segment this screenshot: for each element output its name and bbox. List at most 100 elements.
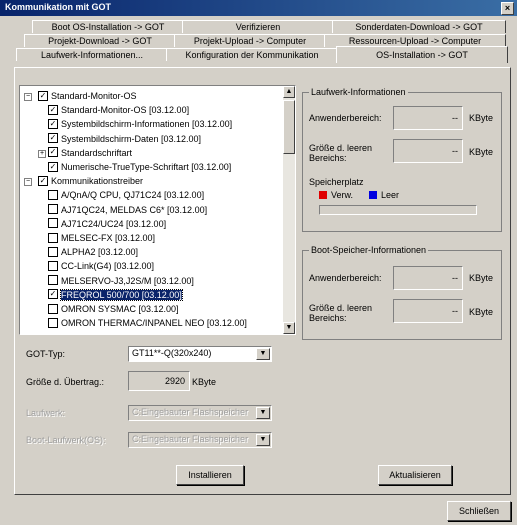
drive-info-title: Laufwerk-Informationen xyxy=(309,87,408,97)
tree-item-label: Systembildschirm-Informationen [03.12.00… xyxy=(61,119,233,130)
boot-info-group: Boot-Speicher-Informationen Anwenderbere… xyxy=(302,245,502,340)
checkbox[interactable]: ✓ xyxy=(48,133,58,144)
tree-item[interactable]: MELSERVO-J3,J2S/M [03.12.00] xyxy=(48,275,194,287)
scroll-up-icon[interactable]: ▲ xyxy=(283,86,295,98)
drive-label: Laufwerk: xyxy=(26,408,66,418)
tab-communication-config[interactable]: Konfiguration der Kommunikation xyxy=(166,48,338,61)
tree-item[interactable]: AJ71C24/UC24 [03.12.00] xyxy=(48,218,166,230)
tree-item[interactable]: − ✓ Standard-Monitor-OS xyxy=(24,90,137,102)
drive-free-area-field: -- xyxy=(393,139,463,163)
checkbox[interactable]: ✓ xyxy=(48,104,58,115)
checkbox[interactable]: ✓ xyxy=(48,289,58,300)
storage-label: Speicherplatz xyxy=(309,177,364,187)
tree-item[interactable]: ✓ Systembildschirm-Daten [03.12.00] xyxy=(48,133,201,145)
tree-item-label: Kommunikationstreiber xyxy=(51,176,144,187)
transfer-size-unit: KByte xyxy=(192,377,217,387)
install-button[interactable]: Installieren xyxy=(176,465,244,485)
tree-item[interactable]: MELSEC-FX [03.12.00] xyxy=(48,232,155,244)
drive-user-area-label: Anwenderbereich: xyxy=(309,113,382,123)
tree-item[interactable]: CC-Link(G4) [03.12.00] xyxy=(48,260,154,272)
drive-select[interactable]: C:Eingebauter Flashspeicher ▼ xyxy=(128,405,272,421)
checkbox[interactable] xyxy=(48,246,58,257)
chevron-down-icon[interactable]: ▼ xyxy=(256,434,270,446)
drive-free-area-unit: KByte xyxy=(469,147,494,157)
tree-item[interactable]: ✓ Standard-Monitor-OS [03.12.00] xyxy=(48,104,189,116)
tree-item[interactable]: AJ71QC24, MELDAS C6* [03.12.00] xyxy=(48,204,207,216)
checkbox[interactable] xyxy=(48,317,58,328)
os-component-tree[interactable]: − ✓ Standard-Monitor-OS ✓ Standard-Monitor-O… xyxy=(19,85,296,335)
checkbox[interactable] xyxy=(48,218,58,229)
tab-boot-os-installation[interactable]: Boot OS-Installation -> GOT xyxy=(32,20,184,33)
tree-item[interactable]: A/QnA/Q CPU, QJ71C24 [03.12.00] xyxy=(48,189,204,201)
expand-icon[interactable]: + xyxy=(38,149,46,158)
window-title: Kommunikation mit GOT xyxy=(5,2,112,12)
scroll-down-icon[interactable]: ▼ xyxy=(283,322,295,334)
drive-info-group: Laufwerk-Informationen Anwenderbereich: … xyxy=(302,87,502,232)
free-legend-swatch xyxy=(369,191,377,199)
checkbox[interactable] xyxy=(48,303,58,314)
tree-item[interactable]: ALPHA2 [03.12.00] xyxy=(48,246,138,258)
tab-project-upload[interactable]: Projekt-Upload -> Computer xyxy=(174,34,326,47)
used-legend-swatch xyxy=(319,191,327,199)
drive-user-area-field: -- xyxy=(393,106,463,130)
chevron-down-icon[interactable]: ▼ xyxy=(256,348,270,360)
checkbox[interactable]: ✓ xyxy=(38,90,48,101)
window-titlebar: Kommunikation mit GOT × xyxy=(0,0,517,16)
drive-value: C:Eingebauter Flashspeicher xyxy=(132,407,249,417)
boot-free-area-label: Größe d. leeren Bereichs: xyxy=(309,303,373,323)
got-type-select[interactable]: GT11**-Q(320x240) ▼ xyxy=(128,346,272,362)
drive-free-area-value: -- xyxy=(452,146,458,156)
tree-item-label: CC-Link(G4) [03.12.00] xyxy=(61,261,155,272)
tree-item-label: A/QnA/Q CPU, QJ71C24 [03.12.00] xyxy=(61,190,205,201)
tree-item-label: ALPHA2 [03.12.00] xyxy=(61,247,139,258)
tree-item[interactable]: OMRON SYSMAC [03.12.00] xyxy=(48,303,179,315)
refresh-button[interactable]: Aktualisieren xyxy=(378,465,452,485)
collapse-icon[interactable]: − xyxy=(24,178,32,187)
boot-user-area-value: -- xyxy=(452,273,458,283)
tree-item[interactable]: ✓ FREQROL 500/700 [03.12.00] xyxy=(48,288,183,301)
checkbox[interactable] xyxy=(48,261,58,272)
tree-item-label: MELSEC-FX [03.12.00] xyxy=(61,233,156,243)
tree-item-label: OMRON THERMAC/INPANEL NEO [03.12.00] xyxy=(61,318,247,329)
boot-drive-label: Boot-Laufwerk(OS): xyxy=(26,435,106,445)
checkbox[interactable] xyxy=(48,190,58,201)
checkbox[interactable]: ✓ xyxy=(48,147,58,158)
tree-item[interactable]: + ✓ Standardschriftart xyxy=(38,147,133,159)
tab-os-installation[interactable]: OS-Installation -> GOT xyxy=(336,46,508,63)
checkbox[interactable] xyxy=(48,275,58,286)
tree-item[interactable]: OMRON THERMAC/INPANEL NEO [03.12.00] xyxy=(48,317,247,329)
tree-item-label: FREQROL 500/700 [03.12.00] xyxy=(60,288,183,301)
tree-item[interactable]: − ✓ Kommunikationstreiber xyxy=(24,175,144,187)
tree-item-label: Standardschriftart xyxy=(61,147,133,158)
close-icon[interactable]: × xyxy=(501,2,514,15)
used-legend-label: Verw. xyxy=(331,190,354,200)
checkbox[interactable]: ✓ xyxy=(38,175,48,186)
tree-item[interactable]: ✓ Systembildschirm-Informationen [03.12.0… xyxy=(48,118,232,130)
collapse-icon[interactable]: − xyxy=(24,93,32,101)
drive-user-area-unit: KByte xyxy=(469,113,494,123)
free-legend-label: Leer xyxy=(381,190,400,200)
boot-user-area-label: Anwenderbereich: xyxy=(309,273,382,283)
boot-user-area-unit: KByte xyxy=(469,273,494,283)
tab-project-download[interactable]: Projekt-Download -> GOT xyxy=(24,34,176,47)
boot-free-area-unit: KByte xyxy=(469,307,494,317)
boot-drive-select[interactable]: C:Eingebauter Flashspeicher ▼ xyxy=(128,432,272,448)
close-button[interactable]: Schließen xyxy=(447,501,511,521)
drive-user-area-value: -- xyxy=(452,113,458,123)
tree-item-label: MELSERVO-J3,J2S/M [03.12.00] xyxy=(61,275,194,286)
boot-free-area-field: -- xyxy=(393,299,463,323)
transfer-size-label: Größe d. Übertrag.: xyxy=(26,377,105,387)
checkbox[interactable] xyxy=(48,232,58,243)
chevron-down-icon[interactable]: ▼ xyxy=(256,407,270,419)
scroll-thumb[interactable] xyxy=(283,100,295,154)
tab-verify[interactable]: Verifizieren xyxy=(182,20,334,33)
tree-item[interactable]: ✓ Numerische-TrueType-Schriftart [03.12.0… xyxy=(48,161,231,173)
tab-drive-information[interactable]: Laufwerk-Informationen... xyxy=(16,48,168,61)
drive-free-area-label: Größe d. leeren Bereichs: xyxy=(309,143,373,163)
checkbox[interactable] xyxy=(48,204,58,215)
transfer-size-value: 2920 xyxy=(164,376,185,386)
tree-scrollbar[interactable]: ▲ ▼ xyxy=(283,86,295,334)
checkbox[interactable]: ✓ xyxy=(48,161,58,172)
checkbox[interactable]: ✓ xyxy=(48,119,58,130)
tab-special-data-download[interactable]: Sonderdaten-Download -> GOT xyxy=(332,20,506,33)
